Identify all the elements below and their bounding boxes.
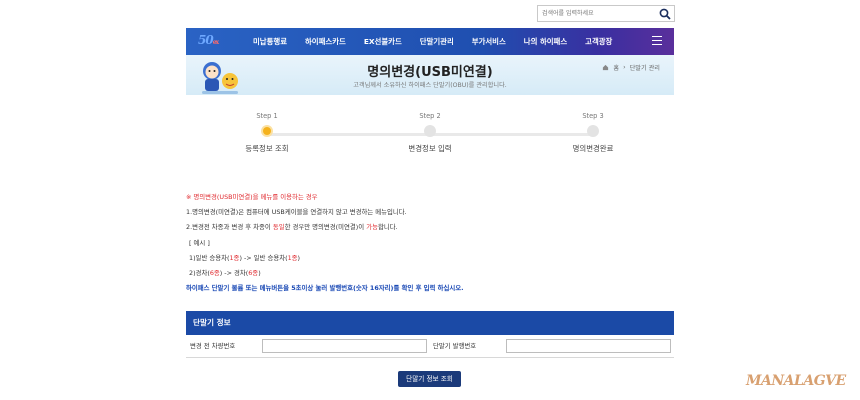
notice-example-label: [ 예시 ]: [189, 238, 210, 247]
usage-notice: ※ 명의변경(USB미연결)을 메뉴를 이용하는 경우 1.명의변경(미연결)은…: [186, 190, 674, 296]
breadcrumb-home[interactable]: 홈: [613, 63, 619, 72]
step-label: 변경정보 입력: [408, 144, 452, 153]
step-3: Step 3 명의변경완료: [533, 112, 653, 154]
plate-number-input[interactable]: [262, 339, 427, 353]
issue-number-label: 단말기 발행번호: [433, 342, 477, 350]
step-label: 명의변경완료: [572, 144, 614, 153]
breadcrumb-current: 단말기 관리: [629, 65, 660, 72]
search-box[interactable]: [537, 5, 675, 22]
main-nav: 50ex 미납통행료 하이패스카드 EX선불카드 단말기관리 부가서비스 나의 …: [186, 28, 674, 55]
breadcrumb-separator: ›: [623, 64, 626, 71]
step-number: Step 2: [419, 112, 441, 120]
hamburger-menu-icon[interactable]: [652, 36, 662, 46]
page-subtitle: 고객님께서 소유하신 하이패스 단말기(OBU)를 관리합니다.: [353, 82, 507, 89]
plate-number-label: 변경 전 차량번호: [190, 342, 236, 350]
step-number: Step 3: [582, 112, 604, 120]
search-icon[interactable]: [659, 8, 671, 20]
page-banner: 명의변경(USB미연결) 고객님께서 소유하신 하이패스 단말기(OBU)를 관…: [186, 55, 674, 95]
nav-item-extra-services[interactable]: 부가서비스: [463, 28, 515, 55]
nav-item-customer-plaza[interactable]: 고객광장: [576, 28, 621, 55]
nav-item-device-management[interactable]: 단말기관리: [411, 28, 463, 55]
progress-steps: Step 1 등록정보 조회 Step 2 변경정보 입력 Step 3 명의변…: [186, 112, 674, 160]
watermark: MANALAGVE: [746, 373, 846, 389]
breadcrumb: 홈 › 단말기 관리: [602, 63, 660, 72]
nav-item-ex-prepaid-card[interactable]: EX선불카드: [355, 28, 411, 55]
step-indicator-active: [261, 125, 273, 137]
notice-example-2: 2)경차(6종) -> 경차(6종): [189, 269, 261, 278]
site-logo[interactable]: 50ex: [198, 33, 219, 50]
device-info-row: 변경 전 차량번호 단말기 발행번호: [186, 335, 674, 358]
notice-line-2: 2.변경전 차종과 변경 후 차종이 동일한 경우만 명의변경(미연결)이 가능…: [186, 223, 398, 232]
notice-instruction: 하이패스 단말기 볼륨 또는 메뉴버튼을 5초이상 눌러 발행번호(숫자 16자…: [186, 284, 464, 293]
step-indicator: [587, 125, 599, 137]
nav-item-unpaid-toll[interactable]: 미납통행료: [244, 28, 296, 55]
step-label: 등록정보 조회: [245, 144, 289, 153]
step-2: Step 2 변경정보 입력: [370, 112, 490, 154]
device-lookup-button[interactable]: 단말기 정보 조회: [398, 371, 461, 387]
step-number: Step 1: [256, 112, 278, 120]
notice-heading: ※ 명의변경(USB미연결)을 메뉴를 이용하는 경우: [186, 193, 318, 201]
notice-line-1: 1.명의변경(미연결)은 컴퓨터에 USB케이블을 연결하지 않고 변경하는 메…: [186, 208, 407, 217]
page-title: 명의변경(USB미연결): [367, 65, 493, 80]
step-indicator: [424, 125, 436, 137]
home-icon[interactable]: [602, 64, 609, 71]
issue-number-input[interactable]: [506, 339, 671, 353]
nav-item-my-hipass[interactable]: 나의 하이패스: [515, 28, 576, 55]
notice-example-1: 1)일반 승용차(1종) -> 일반 승용차(1종): [189, 253, 301, 262]
step-1: Step 1 등록정보 조회: [207, 112, 327, 154]
device-info-header: 단말기 정보: [186, 311, 674, 335]
nav-menu: 미납통행료 하이패스카드 EX선불카드 단말기관리 부가서비스 나의 하이패스 …: [244, 28, 621, 55]
search-input[interactable]: [538, 6, 656, 21]
nav-item-hipass-card[interactable]: 하이패스카드: [296, 28, 355, 55]
